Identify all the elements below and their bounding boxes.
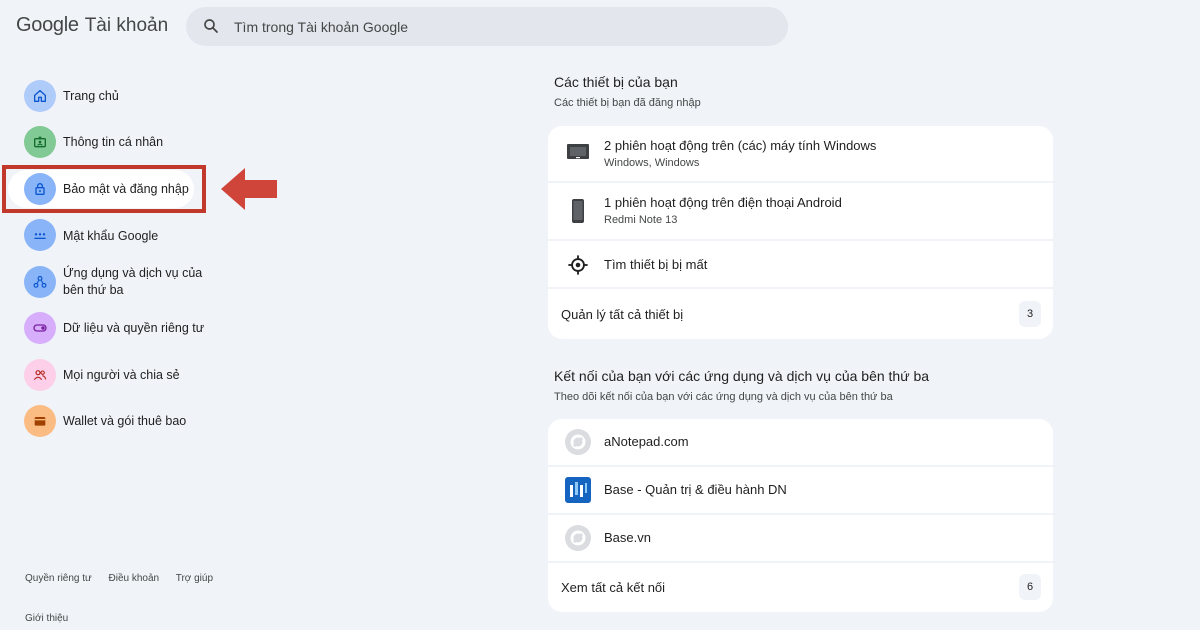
id-card-icon [24,126,56,158]
locate-icon [564,251,592,279]
sidebar-item-security[interactable]: Bảo mật và đăng nhập [0,173,230,205]
toggle-icon [24,312,56,344]
connection-count-badge: 6 [1019,574,1041,600]
sidebar-item-passwords[interactable]: Mật khẩu Google [0,219,230,251]
sidebar-item-third-party-apps[interactable]: Ứng dụng và dịch vụ của bên thứ ba [0,264,230,300]
devices-card: 2 phiên hoạt động trên (các) máy tính Wi… [548,126,1053,339]
terms-link[interactable]: Điều khoản [109,573,160,584]
devices-title: Các thiết bị của bạn [554,74,678,90]
help-link[interactable]: Trợ giúp [176,573,213,584]
search-icon [204,19,218,33]
sidebar-item-label: Trang chủ [63,89,119,103]
view-all-connections-label: Xem tất cả kết nối [561,580,666,595]
sidebar-item-data-privacy[interactable]: Dữ liệu và quyền riêng tư [0,312,230,344]
device-row-android[interactable]: 1 phiên hoạt động trên điện thoại Androi… [548,183,1053,241]
privacy-link[interactable]: Quyền riêng tư [25,573,92,584]
connection-title: aNotepad.com [604,434,689,449]
device-subtitle: Windows, Windows [604,157,700,169]
about-link[interactable]: Giới thiệu [25,613,68,624]
logo-product-text: Tài khoản [84,15,169,36]
sidebar-item-label: Thông tin cá nhân [63,135,164,149]
device-title: Tìm thiết bị bị mất [604,257,708,272]
laptop-icon [564,138,592,166]
search-input[interactable] [234,7,754,46]
search-bar[interactable] [186,7,788,46]
generic-app-icon [564,428,592,456]
sidebar-item-home[interactable]: Trang chủ [0,80,230,112]
find-lost-device-row[interactable]: Tìm thiết bị bị mất [548,241,1053,289]
connection-row-basevn[interactable]: Base.vn [548,515,1053,563]
sidebar-item-wallet[interactable]: Wallet và gói thuê bao [0,405,230,437]
manage-devices-row[interactable]: Quản lý tất cả thiết bị 3 [548,289,1053,339]
connection-row-base[interactable]: Base - Quản trị & điều hành DN [548,467,1053,515]
view-all-connections-row[interactable]: Xem tất cả kết nối 6 [548,563,1053,612]
device-subtitle: Redmi Note 13 [604,214,678,226]
base-logo-icon [564,476,592,504]
connections-subtitle: Theo dõi kết nối của bạn với các ứng dụn… [554,391,893,403]
sidebar-item-label: Wallet và gói thuê bao [63,414,187,428]
lock-icon [24,173,56,205]
connection-title: Base.vn [604,530,651,545]
device-title: 1 phiên hoạt động trên điện thoại Androi… [604,195,842,210]
sidebar-item-label: Bảo mật và đăng nhập [63,182,189,196]
generic-app-icon [564,524,592,552]
manage-devices-label: Quản lý tất cả thiết bị [561,307,684,322]
wallet-icon [24,405,56,437]
sidebar-item-label: Ứng dụng và dịch vụ của [63,266,203,280]
device-count-badge: 3 [1019,301,1041,327]
connections-card: aNotepad.com Base - Quản trị & điều hành… [548,419,1053,612]
people-icon [24,359,56,391]
sidebar-item-label: bên thứ ba [63,283,124,297]
device-title: 2 phiên hoạt động trên (các) máy tính Wi… [604,138,877,153]
connection-row-anotepad[interactable]: aNotepad.com [548,419,1053,467]
connected-apps-icon [24,266,56,298]
sidebar-item-personal-info[interactable]: Thông tin cá nhân [0,126,230,158]
google-account-logo[interactable]: Google Tài khoản [16,14,168,37]
devices-subtitle: Các thiết bị bạn đã đăng nhập [554,97,701,109]
device-row-windows[interactable]: 2 phiên hoạt động trên (các) máy tính Wi… [548,126,1053,183]
connection-title: Base - Quản trị & điều hành DN [604,482,787,497]
password-dots-icon [24,219,56,251]
footer-links: Quyền riêng tư Điều khoản Trợ giúp [25,573,227,584]
connections-title: Kết nối của bạn với các ứng dụng và dịch… [554,368,930,384]
sidebar-item-label: Mọi người và chia sẻ [63,368,180,382]
sidebar-item-people-sharing[interactable]: Mọi người và chia sẻ [0,359,230,391]
logo-google-text: Google [16,14,79,36]
phone-icon [564,197,592,225]
sidebar-item-label: Mật khẩu Google [63,229,159,243]
header: Google Tài khoản [0,0,1200,54]
home-icon [24,80,56,112]
sidebar-item-label: Dữ liệu và quyền riêng tư [63,321,205,335]
